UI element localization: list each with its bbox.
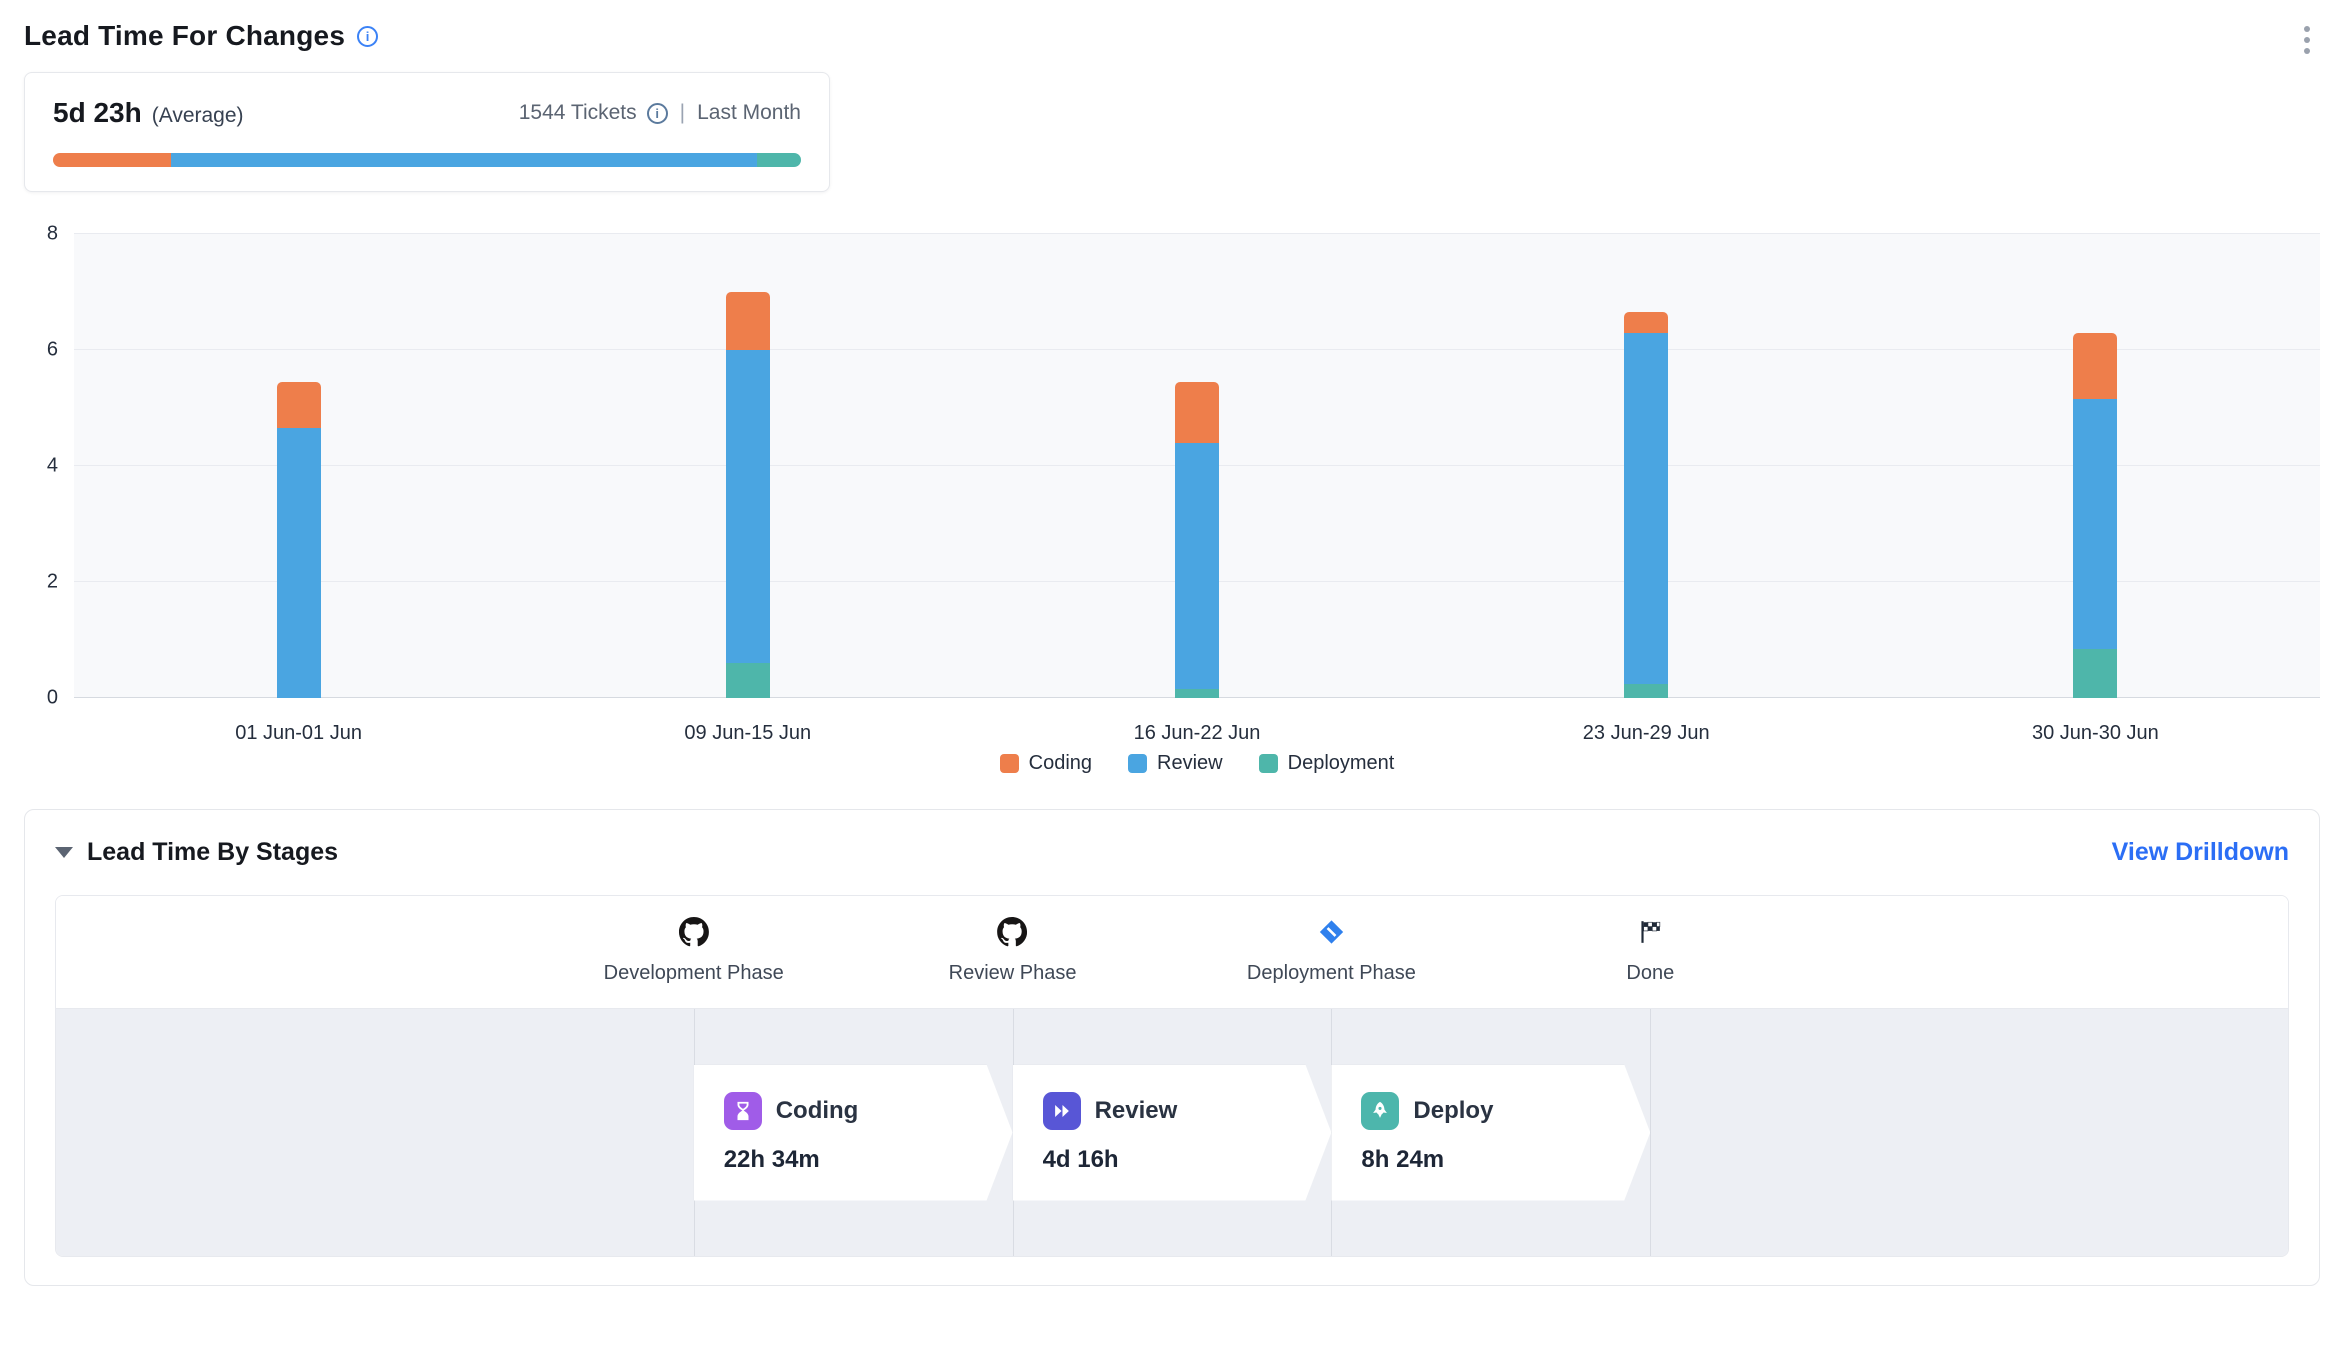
stage-card-duration: 4d 16h bbox=[1043, 1146, 1292, 1174]
bar-segment-deployment bbox=[2073, 649, 2117, 698]
x-tick-label: 16 Jun-22 Jun bbox=[1134, 722, 1261, 745]
phase-review: Review Phase bbox=[949, 916, 1077, 985]
stage-card-coding[interactable]: Coding 22h 34m bbox=[694, 1065, 1013, 1201]
phase-label: Review Phase bbox=[949, 962, 1077, 985]
average-suffix: (Average) bbox=[152, 104, 244, 128]
summary-distribution-bar bbox=[53, 153, 801, 167]
bar-segment-coding bbox=[1175, 382, 1219, 443]
phase-label: Development Phase bbox=[604, 962, 784, 985]
stages-table: Development Phase Review Phase Deploymen… bbox=[55, 895, 2289, 1257]
stage-card-review[interactable]: Review 4d 16h bbox=[1013, 1065, 1332, 1201]
tickets-info-icon[interactable]: i bbox=[647, 103, 668, 124]
phase-label: Deployment Phase bbox=[1247, 962, 1416, 985]
stage-card-duration: 22h 34m bbox=[724, 1146, 973, 1174]
legend-item-coding[interactable]: Coding bbox=[1000, 752, 1092, 775]
summary-bar-segment-deployment bbox=[757, 153, 801, 167]
x-tick-label: 09 Jun-15 Jun bbox=[684, 722, 811, 745]
info-icon[interactable]: i bbox=[357, 26, 378, 47]
lead-time-chart: 02468 01 Jun-01 Jun09 Jun-15 Jun16 Jun-2… bbox=[24, 234, 2320, 775]
bar-segment-deployment bbox=[1175, 689, 1219, 698]
stacked-bar[interactable] bbox=[277, 234, 321, 698]
phase-development: Development Phase bbox=[604, 916, 784, 985]
bar-segment-coding bbox=[1624, 312, 1668, 332]
chart-y-axis: 02468 bbox=[24, 234, 74, 698]
bar-segment-review bbox=[277, 428, 321, 698]
bar-segment-coding bbox=[277, 382, 321, 428]
phase-deployment: Deployment Phase bbox=[1247, 916, 1416, 985]
bar-segment-coding bbox=[2073, 333, 2117, 400]
chart-legend: Coding Review Deployment bbox=[74, 752, 2320, 775]
summary-card: 5d 23h (Average) 1544 Tickets i | Last M… bbox=[24, 72, 830, 192]
chart-plot bbox=[74, 234, 2320, 698]
stage-card-deploy[interactable]: Deploy 8h 24m bbox=[1331, 1065, 1650, 1201]
phase-label: Done bbox=[1626, 962, 1674, 985]
diamond-icon bbox=[1317, 916, 1345, 948]
bar-segment-deployment bbox=[726, 663, 770, 698]
stage-card-label: Deploy bbox=[1413, 1097, 1493, 1125]
legend-swatch bbox=[1259, 754, 1278, 773]
stage-card-duration: 8h 24m bbox=[1361, 1146, 1610, 1174]
y-tick-label: 6 bbox=[47, 339, 58, 362]
bar-segment-review bbox=[2073, 399, 2117, 648]
summary-bar-segment-coding bbox=[53, 153, 171, 167]
rocket-icon bbox=[1361, 1092, 1399, 1130]
bar-segment-coding bbox=[726, 292, 770, 350]
collapse-caret-icon[interactable] bbox=[55, 847, 73, 858]
phase-header-row: Development Phase Review Phase Deploymen… bbox=[56, 896, 2288, 1008]
stacked-bar[interactable] bbox=[726, 234, 770, 698]
hourglass-icon bbox=[724, 1092, 762, 1130]
legend-label: Deployment bbox=[1288, 752, 1395, 775]
github-icon bbox=[679, 916, 709, 948]
legend-item-deployment[interactable]: Deployment bbox=[1259, 752, 1395, 775]
stages-title: Lead Time By Stages bbox=[87, 838, 338, 867]
column-divider bbox=[1650, 1009, 1651, 1256]
stacked-bar[interactable] bbox=[1624, 234, 1668, 698]
y-tick-label: 2 bbox=[47, 571, 58, 594]
x-tick-label: 01 Jun-01 Jun bbox=[235, 722, 362, 745]
checkered-flag-icon bbox=[1637, 916, 1663, 948]
stacked-bar[interactable] bbox=[2073, 234, 2117, 698]
stacked-bar[interactable] bbox=[1175, 234, 1219, 698]
kebab-menu-icon[interactable] bbox=[2294, 20, 2320, 60]
lead-time-widget: Lead Time For Changes i 5d 23h (Average)… bbox=[0, 0, 2344, 1306]
y-tick-label: 0 bbox=[47, 687, 58, 710]
widget-header: Lead Time For Changes i bbox=[24, 20, 2320, 60]
legend-item-review[interactable]: Review bbox=[1128, 752, 1223, 775]
stage-card-label: Coding bbox=[776, 1097, 859, 1125]
stage-card-label: Review bbox=[1095, 1097, 1178, 1125]
bar-segment-review bbox=[726, 350, 770, 663]
y-tick-label: 4 bbox=[47, 455, 58, 478]
view-drilldown-link[interactable]: View Drilldown bbox=[2112, 838, 2289, 867]
period-label: Last Month bbox=[697, 101, 801, 125]
x-tick-label: 23 Jun-29 Jun bbox=[1583, 722, 1710, 745]
legend-label: Review bbox=[1157, 752, 1223, 775]
x-tick-label: 30 Jun-30 Jun bbox=[2032, 722, 2159, 745]
review-icon bbox=[1043, 1092, 1081, 1130]
y-tick-label: 8 bbox=[47, 223, 58, 246]
separator: | bbox=[680, 101, 685, 125]
legend-label: Coding bbox=[1029, 752, 1092, 775]
page-title: Lead Time For Changes bbox=[24, 20, 345, 52]
summary-bar-segment-review bbox=[171, 153, 757, 167]
average-value: 5d 23h bbox=[53, 97, 142, 129]
github-icon bbox=[998, 916, 1028, 948]
legend-swatch bbox=[1000, 754, 1019, 773]
phase-done: Done bbox=[1626, 916, 1674, 985]
phase-body-row: Coding 22h 34m Review 4d 16h bbox=[56, 1008, 2288, 1256]
legend-swatch bbox=[1128, 754, 1147, 773]
stages-panel: Lead Time By Stages View Drilldown Devel… bbox=[24, 809, 2320, 1286]
bar-segment-review bbox=[1175, 443, 1219, 690]
bar-segment-review bbox=[1624, 333, 1668, 684]
chart-x-axis: 01 Jun-01 Jun 09 Jun-15 Jun 16 Jun-22 Jun 2… bbox=[74, 698, 2320, 750]
bar-segment-deployment bbox=[1624, 684, 1668, 699]
tickets-count: 1544 Tickets bbox=[519, 101, 637, 125]
